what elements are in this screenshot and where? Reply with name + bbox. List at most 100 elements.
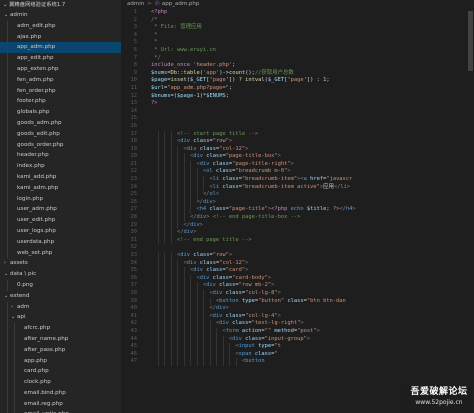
code-line: 39 <button type="button" class="btn btn-… — [121, 297, 474, 306]
code-token: class — [189, 252, 210, 258]
breadcrumb-file[interactable]: app_adm.php — [162, 1, 200, 7]
file-item[interactable]: footer.php — [0, 96, 121, 108]
indent-guide — [170, 252, 172, 260]
tree-item-label: goods_order.php — [17, 141, 64, 148]
code-line: 43 <form action="" method="post"> — [121, 327, 474, 336]
file-item[interactable]: globals.php — [0, 107, 121, 118]
indent-guide — [170, 358, 172, 366]
folder-item[interactable]: ⌄ api — [0, 312, 121, 324]
code-line: 36 <div class="card-body"> — [121, 274, 474, 283]
file-item[interactable]: userdata.php — [0, 236, 121, 248]
file-item[interactable]: user_adm.php — [0, 204, 121, 216]
indent-guide — [222, 343, 224, 351]
indent-guide — [164, 168, 165, 177]
line-number: 24 — [130, 183, 138, 190]
folder-item[interactable]: ⌄ extend — [0, 291, 121, 302]
file-item[interactable]: afcrc.php — [0, 323, 121, 334]
tree-item-label: footer.php — [17, 98, 46, 105]
indent-guide — [164, 138, 165, 146]
file-item[interactable]: adm_edit.php — [0, 20, 121, 32]
code-line: 45 <input type="t — [121, 343, 474, 351]
breadcrumb-folder[interactable]: admin — [127, 1, 144, 7]
tree-item-label: header.php — [17, 152, 49, 159]
tree-item-label: email.reg.php — [24, 400, 63, 407]
code-token: //获取用户总数 — [254, 69, 294, 76]
line-number: 38 — [130, 289, 138, 296]
indent-guide — [170, 282, 172, 290]
file-item[interactable]: goods_edit.php — [0, 128, 121, 140]
code-token: form — [225, 327, 239, 334]
folder-item[interactable]: › adm — [0, 301, 121, 313]
indent-guide — [157, 145, 159, 154]
indent-guide — [190, 343, 191, 351]
file-item[interactable]: kami_add.php — [0, 171, 121, 183]
indent-guide — [7, 225, 8, 237]
file-item[interactable]: app_adm.php — [0, 42, 121, 54]
code-token: span — [238, 350, 252, 357]
code-token: > — [228, 138, 233, 145]
file-item[interactable]: email.bind.php — [0, 387, 121, 399]
indent-guide — [216, 343, 217, 351]
file-item[interactable]: header.php — [0, 150, 121, 162]
file-item[interactable]: login.php — [0, 193, 121, 205]
indent-guide — [222, 350, 224, 359]
scrollbar-thumb[interactable] — [468, 11, 473, 71]
folder-item[interactable]: ⌄ data \ pic — [0, 269, 121, 280]
file-item[interactable]: kami_adm.php — [0, 182, 121, 194]
file-item[interactable]: user_logs.php — [0, 225, 121, 237]
code-token: $ENUMS — [206, 92, 226, 99]
indent-guide — [7, 312, 8, 324]
indent-guide — [170, 267, 172, 275]
indent-guide — [170, 289, 172, 298]
file-item[interactable]: web_set.php — [0, 247, 121, 259]
code-token: > — [245, 267, 249, 274]
code-line: 4 * — [121, 32, 474, 40]
file-item[interactable]: app.php — [0, 355, 121, 367]
folder-item[interactable]: ⌄ admin — [0, 10, 121, 21]
indent-guide — [164, 305, 165, 313]
indent-guide — [164, 252, 165, 260]
indent-guide — [14, 409, 15, 413]
file-item[interactable]: ajax.php — [0, 31, 121, 43]
code-area[interactable]: 1 <?php 2/* 3 * File: 管理应用 4 * 5 * 6 * Url: ww… — [121, 9, 474, 413]
line-number: 35 — [130, 267, 138, 274]
indent-guide — [164, 267, 165, 275]
indent-guide — [216, 327, 217, 336]
file-item[interactable]: goods_order.php — [0, 139, 121, 151]
indent-guide — [7, 74, 8, 86]
file-item[interactable]: app_edit.php — [0, 53, 121, 64]
file-item[interactable]: app_exten.php — [0, 63, 121, 75]
indent-guide — [164, 350, 165, 359]
folder-item[interactable]: › assets — [0, 258, 121, 269]
file-item[interactable]: goods_adm.php — [0, 117, 121, 129]
file-item[interactable]: fen_adm.php — [0, 74, 121, 86]
file-item[interactable]: user_edit.php — [0, 215, 121, 226]
file-item[interactable]: card.php — [0, 366, 121, 378]
indent-guide — [157, 282, 159, 290]
file-item[interactable]: 0.png — [0, 279, 121, 291]
file-item[interactable]: fen_order.php — [0, 85, 121, 97]
code-line: 9 $nums=Db::table('app')->count();//获取用户总… — [121, 70, 474, 78]
vertical-scrollbar[interactable] — [467, 9, 474, 413]
file-item[interactable]: email_untie.php — [0, 409, 121, 413]
code-token: $_GET — [267, 77, 285, 84]
line-number: 41 — [130, 312, 138, 319]
indent-guide — [170, 221, 172, 230]
indent-guide — [170, 259, 172, 268]
line-number: 14 — [130, 107, 138, 114]
file-item[interactable]: after_name.php — [0, 333, 121, 345]
indent-guide — [164, 297, 165, 306]
code-editor[interactable]: admin > ⓟ app_adm.php 1 <?php 2/* 3 * File: 管理… — [121, 0, 474, 413]
code-token: action — [238, 327, 262, 334]
file-item[interactable]: after_pass.php — [0, 344, 121, 356]
code-token: button — [245, 358, 265, 365]
file-item[interactable]: index.php — [0, 161, 121, 172]
indent-guide — [164, 153, 165, 161]
explorer-root-folder[interactable]: ⌄ 翼精盘网络验证系统1.7 — [0, 0, 121, 10]
file-item[interactable]: email.reg.php — [0, 398, 121, 410]
file-item[interactable]: clock.php — [0, 377, 121, 388]
